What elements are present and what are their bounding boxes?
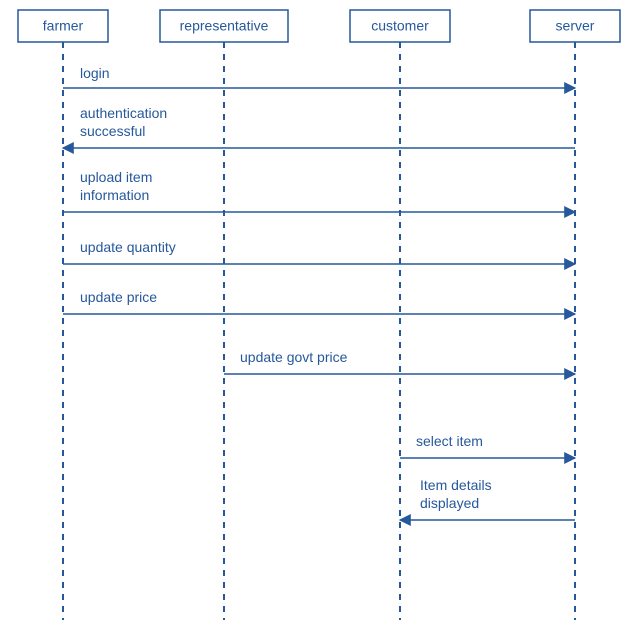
sequence-diagram: farmer representative customer server lo… [0, 0, 641, 631]
message-label: select item [416, 433, 483, 449]
participant-label: server [556, 18, 595, 34]
message-label: update govt price [240, 349, 348, 365]
message-label-line1: upload item [80, 169, 152, 185]
participant-representative: representative [160, 10, 288, 42]
message-upload-item-information: upload item information [63, 169, 575, 212]
message-update-quantity: update quantity [63, 239, 575, 264]
participant-label: customer [371, 18, 429, 34]
message-label-line2: displayed [420, 495, 479, 511]
message-label: login [80, 65, 110, 81]
participant-label: representative [180, 18, 269, 34]
message-update-price: update price [63, 289, 575, 314]
participant-server: server [530, 10, 620, 42]
message-item-details-displayed: Item details displayed [400, 477, 575, 520]
message-login: login [63, 65, 575, 88]
message-select-item: select item [400, 433, 575, 458]
message-label-line2: successful [80, 123, 145, 139]
participant-label: farmer [43, 18, 84, 34]
message-label-line1: Item details [420, 477, 492, 493]
message-label: update quantity [80, 239, 176, 255]
participant-farmer: farmer [18, 10, 108, 42]
message-authentication-successful: authentication successful [63, 105, 575, 148]
message-label-line1: authentication [80, 105, 167, 121]
message-label-line2: information [80, 187, 149, 203]
message-label: update price [80, 289, 157, 305]
participant-customer: customer [350, 10, 450, 42]
